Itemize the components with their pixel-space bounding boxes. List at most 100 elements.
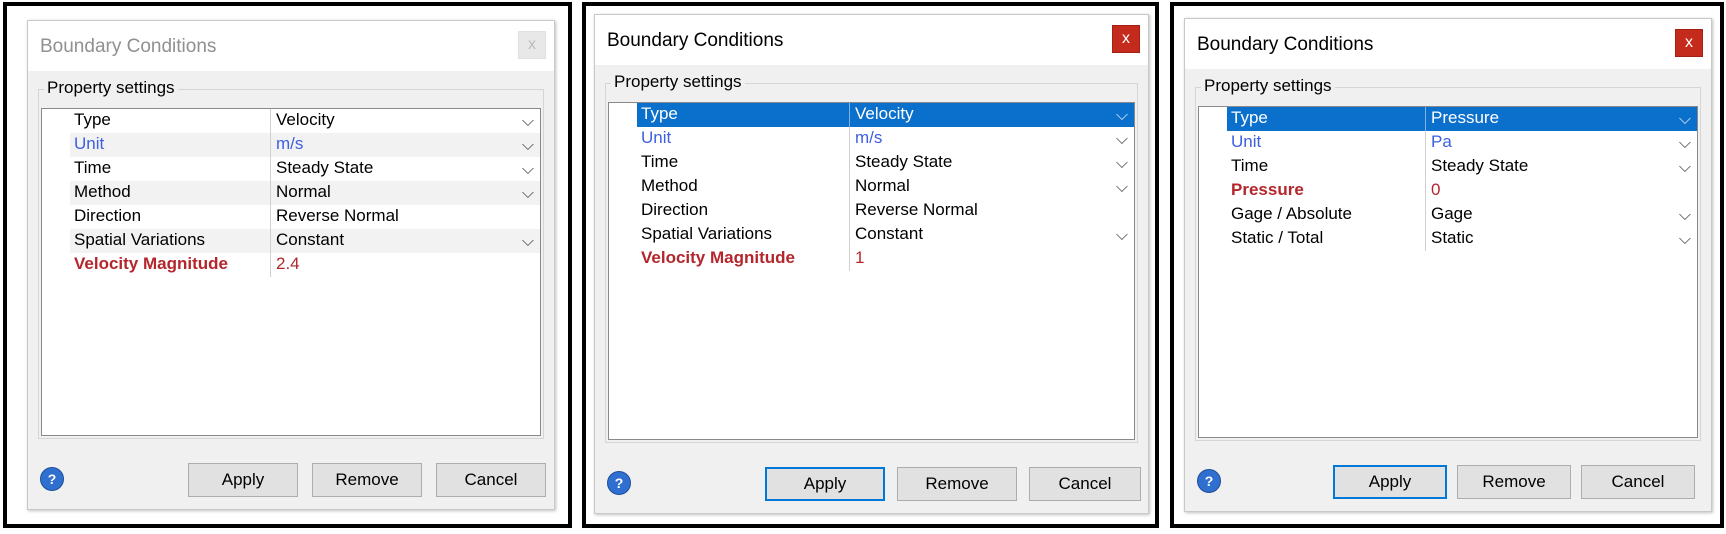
property-value: Normal xyxy=(849,175,910,199)
property-settings-group: Property settings Type Velocity ⌵ Unit m… xyxy=(38,78,544,439)
close-icon: x xyxy=(528,36,536,53)
property-grid: Type Pressure ⌵ Unit Pa ⌵ Time Steady St… xyxy=(1198,106,1698,438)
property-row-spatial-variations[interactable]: Spatial Variations Constant ⌵ xyxy=(42,229,540,253)
property-name: Type xyxy=(1231,108,1268,127)
property-grid: Type Velocity ⌵ Unit m/s ⌵ Time Steady S… xyxy=(41,108,541,436)
dialog-title: Boundary Conditions xyxy=(1197,34,1374,55)
property-row-type[interactable]: Type Pressure ⌵ xyxy=(1199,107,1697,131)
cancel-button[interactable]: Cancel xyxy=(1581,465,1695,499)
property-name: Method xyxy=(641,176,698,195)
property-value[interactable]: 2.4 xyxy=(270,253,300,277)
property-row-direction[interactable]: Direction Reverse Normal xyxy=(609,199,1134,223)
property-row-type[interactable]: Type Velocity ⌵ xyxy=(609,103,1134,127)
title-bar: Boundary Conditions x xyxy=(28,21,554,71)
property-name: Velocity Magnitude xyxy=(641,248,795,267)
property-row-method[interactable]: Method Normal ⌵ xyxy=(609,175,1134,199)
chevron-down-icon[interactable]: ⌵ xyxy=(1679,109,1691,131)
help-icon[interactable]: ? xyxy=(607,471,631,495)
chevron-down-icon[interactable]: ⌵ xyxy=(522,231,534,253)
property-name: Time xyxy=(1231,156,1269,175)
property-name: Velocity Magnitude xyxy=(74,254,228,273)
property-value[interactable]: 0 xyxy=(1425,179,1440,203)
property-row-pressure[interactable]: Pressure 0 xyxy=(1199,179,1697,203)
apply-button[interactable]: Apply xyxy=(188,463,298,497)
cancel-button[interactable]: Cancel xyxy=(436,463,546,497)
chevron-down-icon[interactable]: ⌵ xyxy=(1116,225,1128,247)
property-value: Velocity xyxy=(849,103,914,127)
group-label: Property settings xyxy=(44,78,178,98)
chevron-down-icon[interactable]: ⌵ xyxy=(1679,157,1691,179)
chevron-down-icon[interactable]: ⌵ xyxy=(522,135,534,157)
property-value: Velocity xyxy=(270,109,335,133)
chevron-down-icon[interactable]: ⌵ xyxy=(522,183,534,205)
property-value: Constant xyxy=(270,229,344,253)
close-button[interactable]: x xyxy=(1675,29,1703,57)
property-row-static-total[interactable]: Static / Total Static ⌵ xyxy=(1199,227,1697,251)
property-name: Unit xyxy=(1231,132,1262,151)
property-name: Time xyxy=(74,158,112,177)
property-row-time[interactable]: Time Steady State ⌵ xyxy=(609,151,1134,175)
chevron-down-icon[interactable]: ⌵ xyxy=(1679,229,1691,251)
property-row-unit[interactable]: Unit Pa ⌵ xyxy=(1199,131,1697,155)
chevron-down-icon[interactable]: ⌵ xyxy=(522,159,534,181)
property-row-direction[interactable]: Direction Reverse Normal xyxy=(42,205,540,229)
property-row-method[interactable]: Method Normal ⌵ xyxy=(42,181,540,205)
property-row-time[interactable]: Time Steady State ⌵ xyxy=(1199,155,1697,179)
property-value: Steady State xyxy=(849,151,952,175)
property-name: Direction xyxy=(74,206,142,225)
close-icon: x xyxy=(1122,30,1130,47)
property-value[interactable]: 1 xyxy=(849,247,864,271)
group-label: Property settings xyxy=(611,72,745,92)
property-row-velocity-magnitude[interactable]: Velocity Magnitude 2.4 xyxy=(42,253,540,277)
property-value: Reverse Normal xyxy=(849,199,978,223)
chevron-down-icon[interactable]: ⌵ xyxy=(1116,177,1128,199)
close-button[interactable]: x xyxy=(518,31,546,59)
property-name: Pressure xyxy=(1231,180,1304,199)
dialog-title: Boundary Conditions xyxy=(607,30,784,51)
chevron-down-icon[interactable]: ⌵ xyxy=(522,111,534,133)
remove-button[interactable]: Remove xyxy=(312,463,422,497)
remove-button[interactable]: Remove xyxy=(897,467,1017,501)
property-value: m/s xyxy=(849,127,882,151)
property-name: Gage / Absolute xyxy=(1231,204,1352,223)
chevron-down-icon[interactable]: ⌵ xyxy=(1116,105,1128,127)
remove-button[interactable]: Remove xyxy=(1457,465,1571,499)
property-name: Type xyxy=(74,110,111,129)
property-name: Static / Total xyxy=(1231,228,1324,247)
screenshot-panel-2: Boundary Conditions x Property settings … xyxy=(582,2,1159,528)
property-row-gage-absolute[interactable]: Gage / Absolute Gage ⌵ xyxy=(1199,203,1697,227)
property-value: Steady State xyxy=(1425,155,1528,179)
group-label: Property settings xyxy=(1201,76,1335,96)
property-value: Reverse Normal xyxy=(270,205,399,229)
chevron-down-icon[interactable]: ⌵ xyxy=(1116,153,1128,175)
property-row-velocity-magnitude[interactable]: Velocity Magnitude 1 xyxy=(609,247,1134,271)
chevron-down-icon[interactable]: ⌵ xyxy=(1679,205,1691,227)
chevron-down-icon[interactable]: ⌵ xyxy=(1679,133,1691,155)
property-grid: Type Velocity ⌵ Unit m/s ⌵ Time Steady S… xyxy=(608,102,1135,440)
boundary-conditions-dialog: Boundary Conditions x Property settings … xyxy=(27,20,555,510)
property-name: Method xyxy=(74,182,131,201)
property-name: Unit xyxy=(641,128,672,147)
property-name: Time xyxy=(641,152,679,171)
screenshot-panel-1: Boundary Conditions x Property settings … xyxy=(3,2,572,528)
property-value: Pressure xyxy=(1425,107,1499,131)
property-row-unit[interactable]: Unit m/s ⌵ xyxy=(42,133,540,157)
close-button[interactable]: x xyxy=(1112,25,1140,53)
title-bar: Boundary Conditions x xyxy=(1185,19,1711,69)
property-row-type[interactable]: Type Velocity ⌵ xyxy=(42,109,540,133)
property-value: Steady State xyxy=(270,157,373,181)
property-row-time[interactable]: Time Steady State ⌵ xyxy=(42,157,540,181)
help-icon[interactable]: ? xyxy=(40,467,64,491)
chevron-down-icon[interactable]: ⌵ xyxy=(1116,129,1128,151)
property-value: Gage xyxy=(1425,203,1473,227)
cancel-button[interactable]: Cancel xyxy=(1029,467,1141,501)
property-settings-group: Property settings Type Velocity ⌵ Unit m… xyxy=(605,72,1138,443)
apply-button[interactable]: Apply xyxy=(765,467,885,501)
property-row-spatial-variations[interactable]: Spatial Variations Constant ⌵ xyxy=(609,223,1134,247)
property-value: Constant xyxy=(849,223,923,247)
help-icon[interactable]: ? xyxy=(1197,469,1221,493)
apply-button[interactable]: Apply xyxy=(1333,465,1447,499)
property-value: m/s xyxy=(270,133,303,157)
title-bar: Boundary Conditions x xyxy=(595,15,1148,65)
property-row-unit[interactable]: Unit m/s ⌵ xyxy=(609,127,1134,151)
